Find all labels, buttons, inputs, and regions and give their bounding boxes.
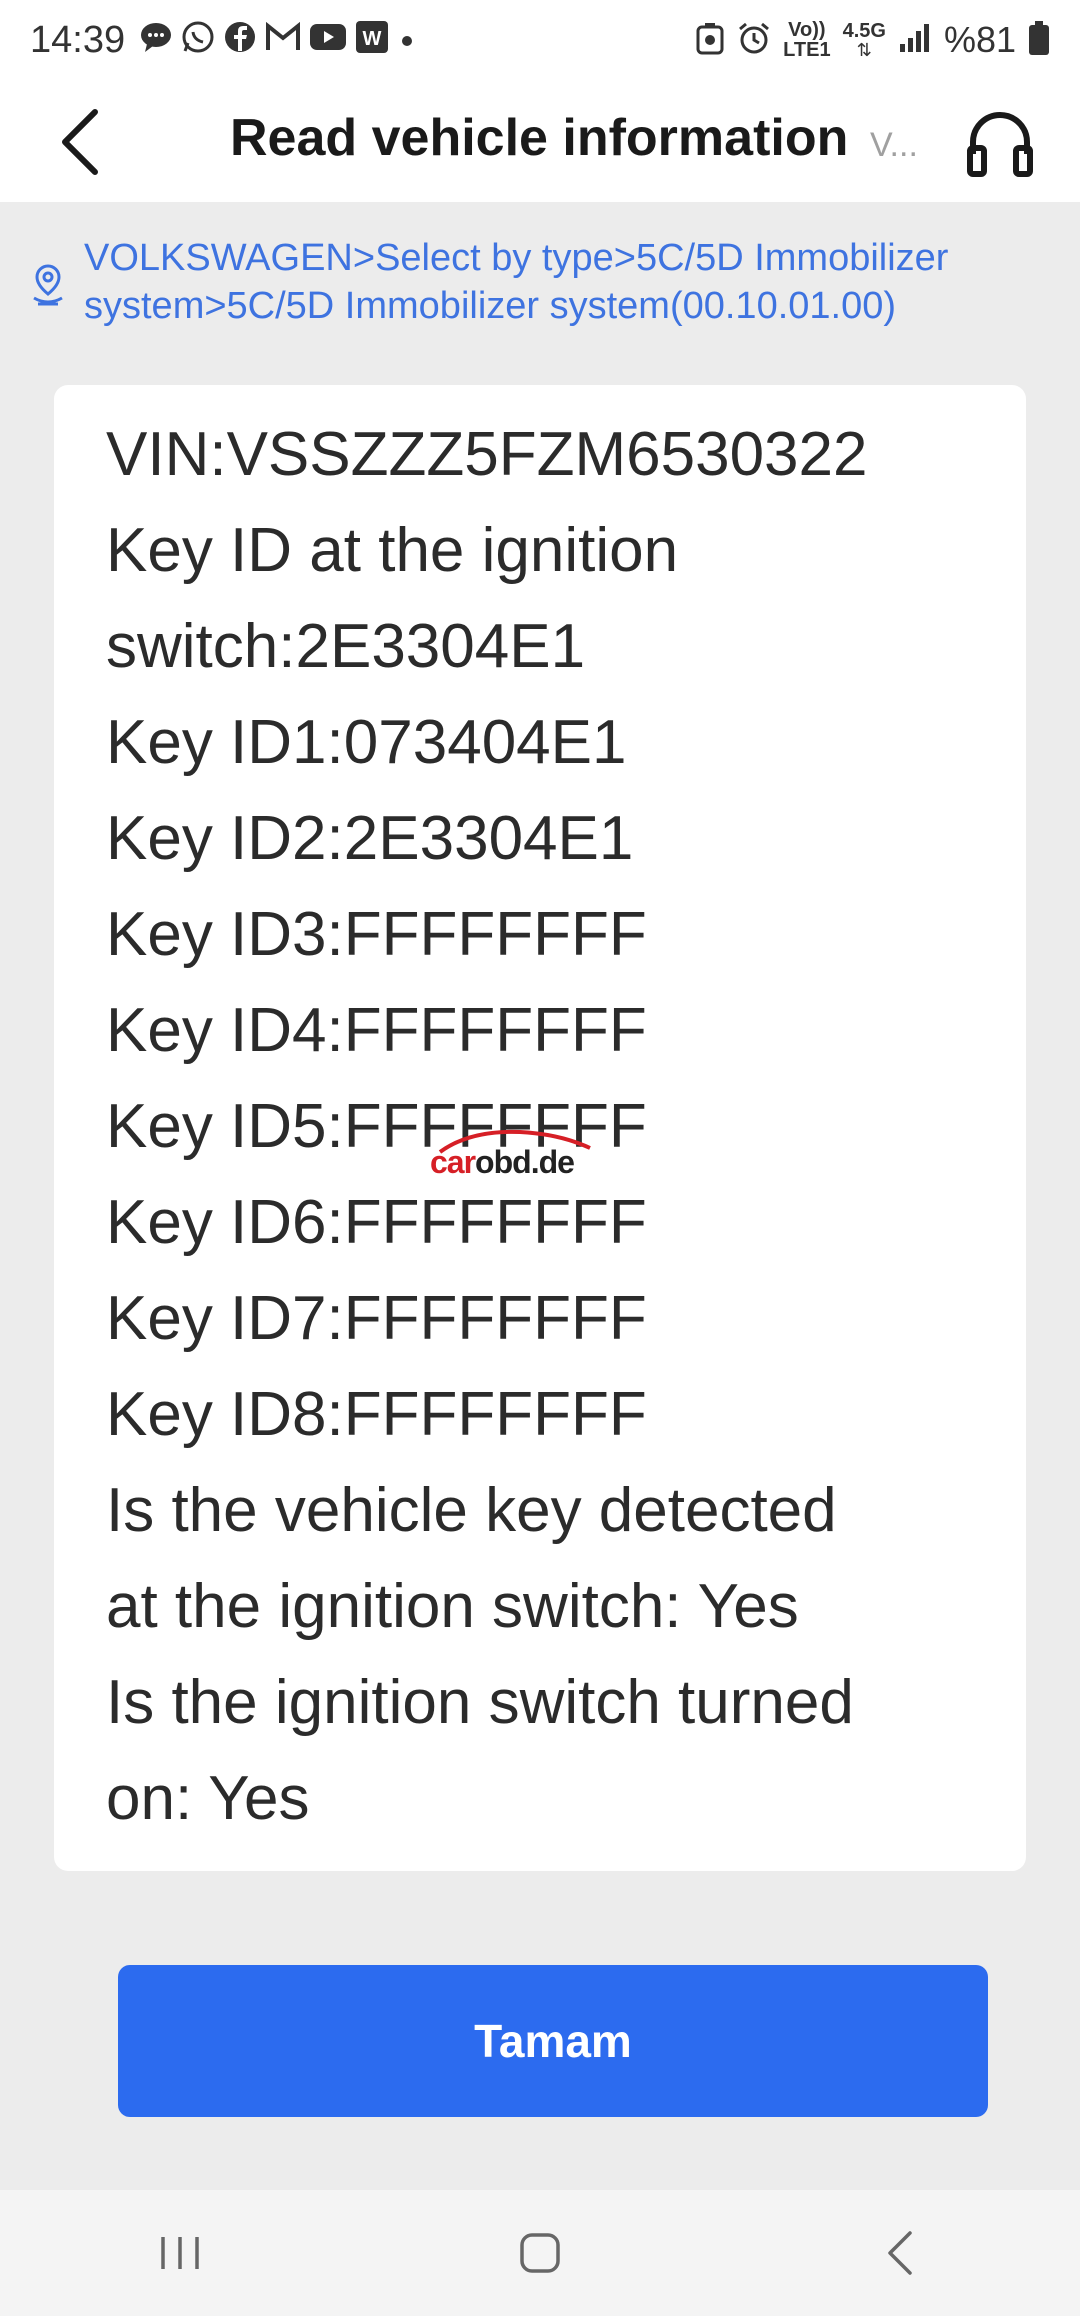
system-back-button[interactable] [840, 2208, 960, 2298]
watermark-text-red: car [430, 1144, 476, 1180]
app-header: Read vehicle information V... [0, 80, 1080, 202]
word-icon: W [355, 20, 389, 60]
watermark-logo: carobd.de [430, 1129, 610, 1181]
home-icon [520, 2233, 560, 2273]
info-line: Key ID8:FFFFFFFF [106, 1380, 647, 1449]
system-nav-bar [0, 2190, 1080, 2316]
info-line: Is the ignition switch turned [106, 1668, 854, 1737]
info-line-vin: VIN:VSSZZZ5FZM6530322 [106, 420, 868, 489]
network-type-label: 4.5G [842, 20, 886, 42]
back-button[interactable] [40, 102, 120, 182]
svg-text:W: W [363, 28, 382, 50]
location-pin-icon [28, 262, 72, 313]
dot-icon [397, 23, 417, 57]
headset-icon [967, 112, 1033, 177]
whatsapp-icon [181, 20, 215, 60]
chevron-left-icon [62, 109, 98, 175]
recent-apps-icon [161, 2237, 199, 2269]
signal-icon [898, 22, 932, 58]
recent-apps-button[interactable] [120, 2208, 240, 2298]
battery-icon [1028, 20, 1050, 60]
info-line: Key ID1:073404E1 [106, 708, 627, 777]
info-line: Key ID3:FFFFFFFF [106, 900, 647, 969]
back-arrow-icon [888, 2231, 912, 2275]
data-arrows-icon: ⇅ [856, 40, 872, 60]
volte-indicator: Vo)) LTE1 [783, 20, 830, 60]
ok-button[interactable]: Tamam [118, 1965, 988, 2117]
info-line: Key ID2:2E3304E1 [106, 804, 634, 873]
home-button[interactable] [480, 2208, 600, 2298]
volte-label: Vo)) [788, 19, 826, 41]
youtube-icon [309, 23, 347, 57]
network-type: 4.5G ⇅ [843, 21, 886, 59]
info-line: Key ID at the ignition [106, 516, 679, 585]
battery-level: %81 [943, 19, 1016, 60]
data-saver-icon [695, 21, 725, 59]
info-line: at the ignition switch: Yes [106, 1572, 799, 1641]
facebook-icon [223, 20, 257, 60]
chat-bubble-icon [139, 20, 173, 60]
watermark-text-dark: obd.de [475, 1144, 575, 1180]
info-line: Key ID7:FFFFFFFF [106, 1284, 647, 1353]
breadcrumb: VOLKSWAGEN>Select by type>5C/5D Immobili… [0, 202, 1080, 352]
info-line: on: Yes [106, 1764, 310, 1833]
page-subtitle: V... [870, 126, 918, 164]
info-line: Key ID6:FFFFFFFF [106, 1188, 647, 1257]
support-button[interactable] [955, 98, 1045, 188]
gmail-icon [265, 21, 301, 58]
info-line: Key ID4:FFFFFFFF [106, 996, 647, 1065]
page-title: Read vehicle information [230, 109, 849, 167]
info-line: Is the vehicle key detected [106, 1476, 837, 1545]
notification-icons: W [139, 20, 417, 60]
info-line: switch:2E3304E1 [106, 612, 586, 681]
status-bar: 14:39 W Vo)) LTE1 4.5G ⇅ %81 [0, 0, 1080, 80]
breadcrumb-path[interactable]: VOLKSWAGEN>Select by type>5C/5D Immobili… [84, 234, 1044, 330]
watermark-text: carobd.de [430, 1144, 575, 1181]
alarm-icon [737, 21, 771, 59]
status-time: 14:39 [30, 18, 126, 61]
status-right: Vo)) LTE1 4.5G ⇅ %81 [695, 20, 1050, 60]
lte-label: LTE1 [783, 39, 831, 61]
